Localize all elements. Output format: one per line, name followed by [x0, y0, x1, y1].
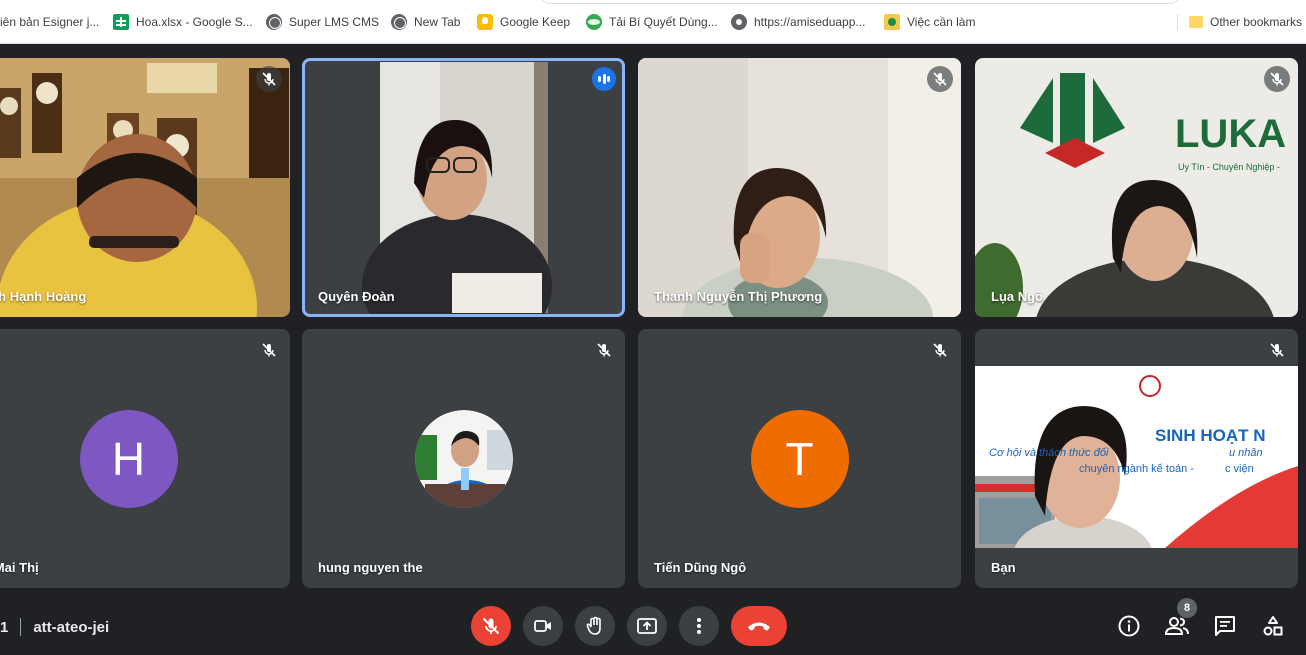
avatar-photo — [414, 409, 513, 508]
participant-tile-self[interactable]: SINH HOẠT N Cơ hội và thách thức đối u n… — [975, 329, 1298, 588]
bookmark-0[interactable]: iên bản Esigner j... — [0, 12, 99, 32]
globe-icon — [391, 14, 407, 30]
leaf-icon — [586, 14, 602, 30]
meeting-info-divider — [20, 618, 22, 636]
mic-off-indicator — [927, 337, 953, 363]
mic-off-icon — [1270, 343, 1284, 357]
slide-line-1b: u nhân — [1229, 447, 1263, 459]
mic-off-icon — [262, 343, 276, 357]
participant-name: hung nguyen the — [318, 560, 423, 575]
address-bar-edge — [540, 0, 1180, 4]
mic-off-indicator — [256, 66, 282, 92]
participant-tile[interactable]: hung nguyen the — [302, 329, 625, 588]
mic-off-icon — [262, 72, 276, 86]
more-vertical-icon — [697, 618, 701, 634]
slide-title: SINH HOẠT N — [1155, 426, 1266, 445]
leave-call-button[interactable] — [731, 606, 787, 646]
hang-up-icon — [748, 622, 770, 631]
folder-icon — [1189, 16, 1203, 28]
task-icon — [884, 14, 900, 30]
participant-name: Bạn — [991, 560, 1016, 575]
hand-icon — [586, 616, 601, 635]
mic-off-indicator — [1264, 66, 1290, 92]
audio-bar — [602, 74, 606, 84]
gear-icon — [731, 14, 747, 30]
participant-tile[interactable]: Thanh Nguyễn Thị Phương — [638, 58, 961, 317]
participant-name: Thanh Nguyễn Thị Phương — [654, 289, 823, 304]
mic-off-icon — [482, 617, 500, 635]
luka-logo-text: LUKA — [1175, 112, 1287, 156]
camera-icon — [534, 620, 551, 632]
bookmark-3[interactable]: New Tab — [391, 12, 460, 32]
audio-bar — [598, 76, 601, 82]
bookmarks-bar: iên bản Esigner j... Hoa.xlsx - Google S… — [0, 0, 1306, 44]
mic-off-icon — [933, 72, 947, 86]
present-screen-button[interactable] — [627, 606, 667, 646]
participant-name: Lụa Ngô — [991, 289, 1043, 304]
speaking-indicator — [592, 67, 616, 91]
mic-off-icon — [933, 343, 947, 357]
bookmark-6[interactable]: https://amiseduapp... — [731, 12, 865, 32]
keep-icon — [477, 14, 493, 30]
mic-toggle-button[interactable] — [471, 606, 511, 646]
avatar: T — [750, 409, 849, 508]
mic-off-indicator — [591, 337, 617, 363]
participant-tile[interactable]: LUKA Uy Tín - Chuyên Nghiệp - Lụa Ngô — [975, 58, 1298, 317]
participant-video — [638, 58, 961, 317]
mic-off-indicator — [256, 337, 282, 363]
chat-icon — [1215, 616, 1235, 636]
mic-off-icon — [1270, 72, 1284, 86]
participant-name: a Mai Thị — [0, 560, 39, 575]
meeting-info: 1 att-ateo-jei — [0, 617, 109, 637]
camera-toggle-button[interactable] — [523, 606, 563, 646]
participant-name: Quyên Đoàn — [318, 289, 395, 304]
bookmark-4[interactable]: Google Keep — [477, 12, 570, 32]
mic-off-icon — [597, 343, 611, 357]
participant-tile[interactable]: T Tiến Dũng Ngô — [638, 329, 961, 588]
participant-tile[interactable]: anh Hạnh Hoàng — [0, 58, 290, 317]
more-options-button[interactable] — [679, 606, 719, 646]
bookmarks-divider — [1177, 14, 1178, 30]
globe-icon — [266, 14, 282, 30]
mic-off-indicator — [927, 66, 953, 92]
present-icon — [637, 618, 657, 634]
participant-video — [975, 58, 1298, 317]
participant-tile-active[interactable]: Quyên Đoàn — [302, 58, 625, 317]
luka-tagline: Uy Tín - Chuyên Nghiệp - — [1178, 162, 1280, 172]
chat-button[interactable] — [1211, 612, 1239, 640]
audio-bar — [607, 76, 610, 82]
participant-name: Tiến Dũng Ngô — [654, 560, 747, 575]
activities-icon — [1263, 616, 1283, 636]
info-icon — [1118, 615, 1140, 637]
avatar: H — [79, 409, 178, 508]
activities-button[interactable] — [1259, 612, 1287, 640]
mic-off-indicator — [1264, 337, 1290, 363]
slide-line-2b: c viện — [1225, 463, 1254, 475]
bookmark-5[interactable]: Tải Bí Quyết Dùng... — [586, 12, 718, 32]
sheets-icon — [113, 14, 129, 30]
people-count-badge: 8 — [1177, 598, 1197, 618]
meeting-details-button[interactable] — [1115, 612, 1143, 640]
bookmark-1[interactable]: Hoa.xlsx - Google S... — [113, 12, 253, 32]
raise-hand-button[interactable] — [575, 606, 615, 646]
slide-line-2: chuyên ngành kế toán - — [1079, 463, 1194, 475]
participant-video — [0, 58, 290, 317]
participant-video — [302, 58, 625, 317]
clock-fragment: 1 — [0, 618, 9, 636]
meeting-code: att-ateo-jei — [33, 618, 110, 636]
participant-name: anh Hạnh Hoàng — [0, 289, 87, 304]
other-bookmarks[interactable]: Other bookmarks — [1189, 12, 1302, 32]
participant-tile[interactable]: H a Mai Thị — [0, 329, 290, 588]
bookmark-7[interactable]: Việc cần làm — [884, 12, 975, 32]
bookmark-2[interactable]: Super LMS CMS — [266, 12, 379, 32]
slide-line-1: Cơ hội và thách thức đối — [989, 447, 1109, 459]
bookmark-label: iên bản Esigner j... — [0, 15, 100, 29]
